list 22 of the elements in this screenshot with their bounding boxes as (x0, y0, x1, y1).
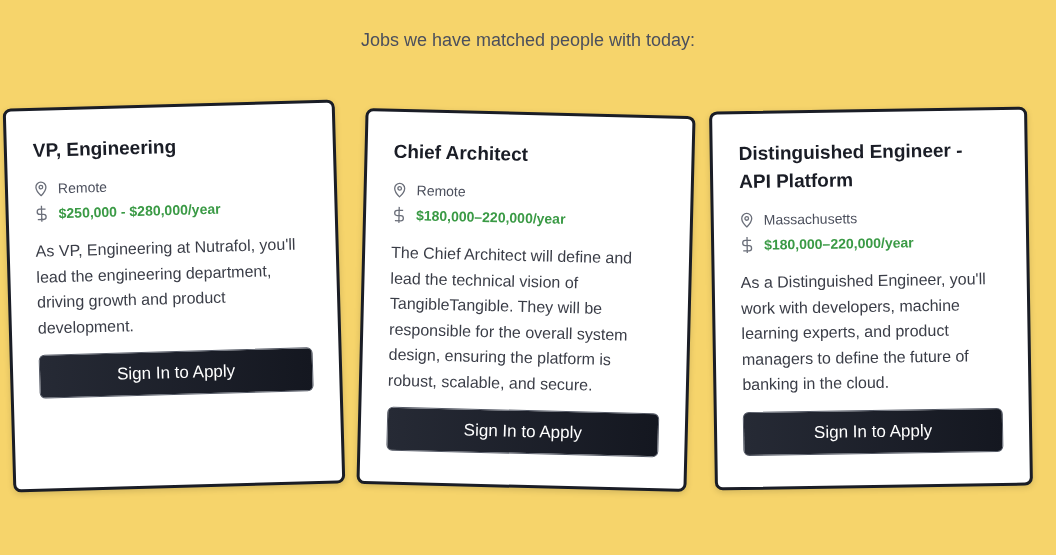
sign-in-to-apply-button[interactable]: Sign In to Apply (38, 347, 314, 399)
job-location: Massachusetts (763, 209, 858, 230)
location-pin-icon (392, 181, 407, 199)
job-description: The Chief Architect will define and lead the technical vision of TangibleTangible. They will be responsible for the overall system design, ensuring the platform is robust, scalable, and secure. (387, 242, 634, 396)
page-heading: Jobs we have matched people with today: (359, 29, 697, 52)
sign-in-to-apply-button[interactable]: Sign In to Apply (742, 407, 1004, 456)
location-pin-icon (739, 211, 754, 229)
job-location: Remote (416, 181, 466, 202)
job-salary: $180,000–220,000/year (415, 206, 566, 229)
job-description: As a Distinguished Engineer, you'll work with developers, machine learning experts, and product managers to define the future of banking in the cloud. (740, 269, 987, 396)
dollar-icon (391, 205, 407, 225)
location-pin-icon (33, 180, 49, 197)
dollar-icon (740, 235, 755, 255)
job-salary: $180,000–220,000/year (764, 233, 914, 255)
job-location: Remote (57, 177, 108, 199)
job-description: As VP, Engineering at Nutrafol, you'll lead the engineering department, driving growth and product development. (35, 234, 297, 339)
sign-in-to-apply-button[interactable]: Sign In to Apply (386, 406, 660, 458)
job-title: VP, Engineering (32, 134, 178, 163)
job-salary: $250,000 - $280,000/year (58, 199, 221, 224)
dollar-icon (34, 204, 49, 223)
job-title: Distinguished Engineer - API Platform (738, 138, 964, 195)
job-title: Chief Architect (393, 139, 530, 167)
